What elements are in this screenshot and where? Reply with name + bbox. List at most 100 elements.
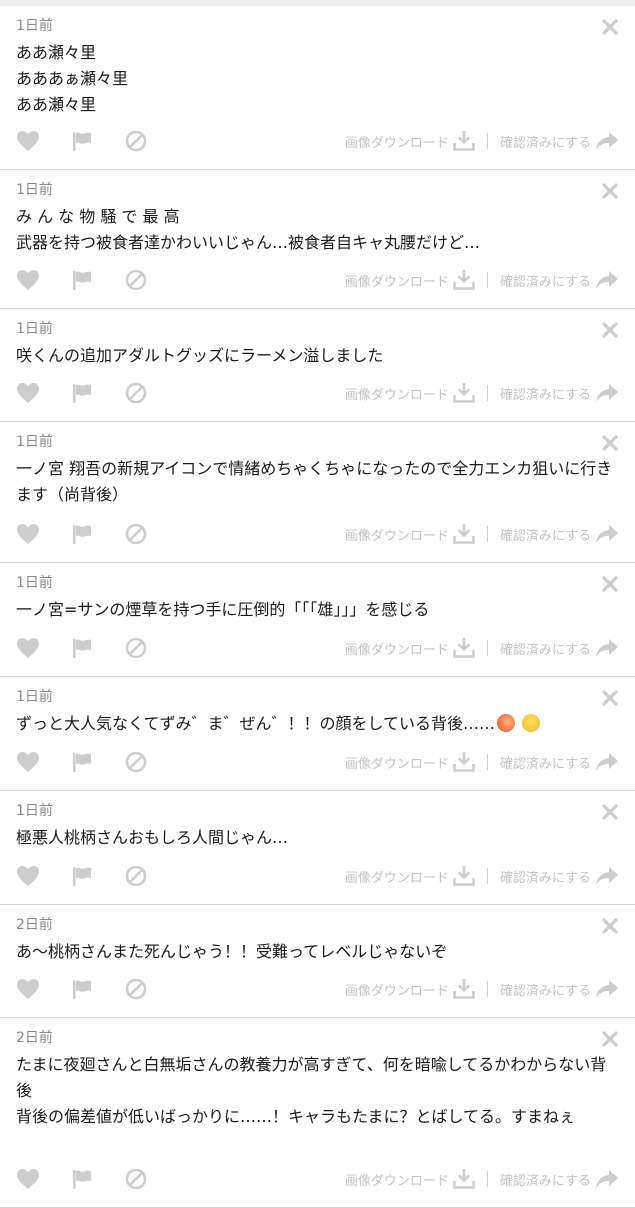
block-icon[interactable] — [124, 1167, 148, 1191]
block-icon[interactable] — [124, 129, 148, 153]
block-icon[interactable] — [124, 636, 148, 660]
download-icon — [449, 383, 475, 403]
close-icon[interactable] — [601, 1030, 619, 1048]
download-image-button[interactable]: 画像ダウンロード — [345, 270, 475, 290]
post-text: ずっと大人気なくてずみ゛ま゛ぜん゛！！の顔をしている背後…… — [16, 711, 619, 737]
mark-confirmed-label: 確認済みにする — [499, 387, 591, 403]
share-arrow-icon — [591, 131, 619, 151]
download-icon — [449, 638, 475, 658]
post-text: あ〜桃柄さんまた死んじゃう！！受難ってレベルじゃないぞ — [16, 942, 448, 961]
like-heart-icon[interactable] — [16, 129, 40, 153]
mark-confirmed-label: 確認済みにする — [499, 274, 591, 290]
block-icon[interactable] — [124, 381, 148, 405]
block-icon[interactable] — [124, 268, 148, 292]
report-flag-icon[interactable] — [70, 977, 94, 1001]
share-arrow-icon — [591, 1169, 619, 1189]
report-flag-icon[interactable] — [70, 636, 94, 660]
mark-confirmed-button[interactable]: 確認済みにする — [500, 979, 619, 999]
post-actions: 画像ダウンロード 確認済みにする — [16, 1167, 619, 1191]
like-heart-icon[interactable] — [16, 977, 40, 1001]
download-image-button[interactable]: 画像ダウンロード — [345, 638, 475, 658]
action-divider — [486, 640, 488, 656]
share-arrow-icon — [591, 524, 619, 544]
post-card: 1日前 咲くんの追加アダルトグッズにラーメン溢しました 画像ダウンロード 確認済み… — [0, 309, 635, 422]
feed-list: 1日前 ああ瀬々里 あああぁ瀬々里 ああ瀬々里 画像ダウンロード 確認済みにする … — [0, 6, 635, 1208]
report-flag-icon[interactable] — [70, 750, 94, 774]
download-icon — [449, 131, 475, 151]
post-card: 2日前 あ〜桃柄さんまた死んじゃう！！受難ってレベルじゃないぞ 画像ダウンロード… — [0, 905, 635, 1018]
share-arrow-icon — [591, 270, 619, 290]
mark-confirmed-button[interactable]: 確認済みにする — [500, 1169, 619, 1189]
close-icon[interactable] — [601, 689, 619, 707]
download-image-label: 画像ダウンロード — [344, 1173, 449, 1189]
block-icon[interactable] — [124, 750, 148, 774]
mark-confirmed-button[interactable]: 確認済みにする — [500, 131, 619, 151]
post-text: ああ瀬々里 あああぁ瀬々里 ああ瀬々里 — [16, 43, 129, 114]
report-flag-icon[interactable] — [70, 1167, 94, 1191]
action-divider — [486, 385, 488, 401]
post-actions: 画像ダウンロード 確認済みにする — [16, 381, 619, 405]
mark-confirmed-label: 確認済みにする — [499, 870, 591, 886]
mark-confirmed-button[interactable]: 確認済みにする — [500, 866, 619, 886]
download-image-button[interactable]: 画像ダウンロード — [345, 131, 475, 151]
download-icon — [449, 524, 475, 544]
download-image-button[interactable]: 画像ダウンロード — [345, 383, 475, 403]
download-icon — [449, 866, 475, 886]
mark-confirmed-label: 確認済みにする — [499, 983, 591, 999]
mark-confirmed-button[interactable]: 確認済みにする — [500, 752, 619, 772]
like-heart-icon[interactable] — [16, 268, 40, 292]
post-text: 一ノ宮 翔吾の新規アイコンで情緒めちゃくちゃになったので全力エンカ狙いに行きます… — [16, 459, 613, 504]
download-image-label: 画像ダウンロード — [344, 387, 449, 403]
report-flag-icon[interactable] — [70, 268, 94, 292]
close-icon[interactable] — [601, 321, 619, 339]
download-image-button[interactable]: 画像ダウンロード — [345, 752, 475, 772]
mark-confirmed-button[interactable]: 確認済みにする — [500, 383, 619, 403]
action-divider — [486, 981, 488, 997]
download-image-label: 画像ダウンロード — [344, 870, 449, 886]
download-image-label: 画像ダウンロード — [344, 642, 449, 658]
report-flag-icon[interactable] — [70, 129, 94, 153]
close-icon[interactable] — [601, 182, 619, 200]
like-heart-icon[interactable] — [16, 1167, 40, 1191]
download-image-label: 画像ダウンロード — [344, 983, 449, 999]
like-heart-icon[interactable] — [16, 636, 40, 660]
post-actions: 画像ダウンロード 確認済みにする — [16, 750, 619, 774]
download-image-button[interactable]: 画像ダウンロード — [345, 1169, 475, 1189]
download-icon — [449, 752, 475, 772]
download-image-button[interactable]: 画像ダウンロード — [345, 524, 475, 544]
close-icon[interactable] — [601, 434, 619, 452]
block-icon[interactable] — [124, 522, 148, 546]
close-icon[interactable] — [601, 575, 619, 593]
peach-emoji-icon — [497, 714, 516, 732]
mark-confirmed-button[interactable]: 確認済みにする — [500, 638, 619, 658]
post-time: 1日前 — [16, 182, 53, 198]
report-flag-icon[interactable] — [70, 864, 94, 888]
post-card: 1日前 ああ瀬々里 あああぁ瀬々里 ああ瀬々里 画像ダウンロード 確認済みにする — [0, 6, 635, 170]
close-icon[interactable] — [601, 803, 619, 821]
post-actions: 画像ダウンロード 確認済みにする — [16, 268, 619, 292]
close-icon[interactable] — [601, 917, 619, 935]
download-image-button[interactable]: 画像ダウンロード — [345, 979, 475, 999]
action-divider — [486, 868, 488, 884]
like-heart-icon[interactable] — [16, 381, 40, 405]
share-arrow-icon — [591, 638, 619, 658]
download-icon — [449, 1169, 475, 1189]
block-icon[interactable] — [124, 864, 148, 888]
mark-confirmed-button[interactable]: 確認済みにする — [500, 524, 619, 544]
post-actions: 画像ダウンロード 確認済みにする — [16, 522, 619, 546]
download-image-button[interactable]: 画像ダウンロード — [345, 866, 475, 886]
post-time: 1日前 — [16, 434, 53, 450]
mark-confirmed-label: 確認済みにする — [499, 1173, 591, 1189]
like-heart-icon[interactable] — [16, 864, 40, 888]
report-flag-icon[interactable] — [70, 522, 94, 546]
close-icon[interactable] — [601, 18, 619, 36]
like-heart-icon[interactable] — [16, 522, 40, 546]
report-flag-icon[interactable] — [70, 381, 94, 405]
post-card: 1日前 み ん な 物 騒 で 最 高 武器を持つ被食者達かわいいじゃん…被食者… — [0, 170, 635, 309]
post-actions: 画像ダウンロード 確認済みにする — [16, 864, 619, 888]
post-time: 2日前 — [16, 917, 53, 933]
share-arrow-icon — [591, 979, 619, 999]
like-heart-icon[interactable] — [16, 750, 40, 774]
block-icon[interactable] — [124, 977, 148, 1001]
mark-confirmed-button[interactable]: 確認済みにする — [500, 270, 619, 290]
